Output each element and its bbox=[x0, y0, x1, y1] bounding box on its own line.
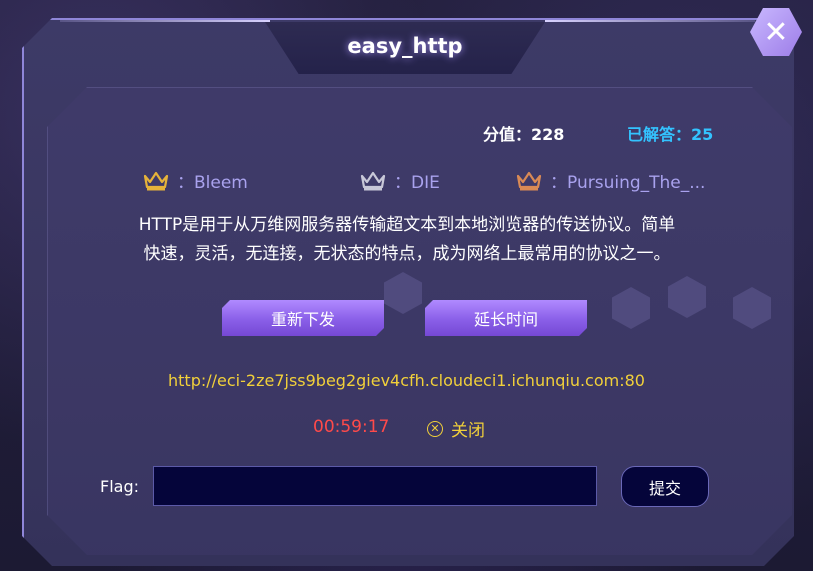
extend-time-button[interactable]: 延长时间 bbox=[425, 300, 587, 336]
close-icon: ✕ bbox=[763, 14, 789, 50]
rank-third: ：Pursuing_The_... bbox=[516, 168, 705, 193]
title-divider-right bbox=[545, 20, 755, 22]
close-instance-label: 关闭 bbox=[451, 421, 485, 441]
challenge-description: HTTP是用于从万维网服务器传输超文本到本地浏览器的传送协议。简单 快速，灵活，… bbox=[86, 211, 728, 269]
modal-title: easy_http bbox=[347, 34, 463, 58]
description-line: 快速，灵活，无连接，无状态的特点，成为网络上最常用的协议之一。 bbox=[143, 244, 671, 264]
bronze-crown-icon bbox=[516, 170, 542, 192]
solved-count: 已解答：25 bbox=[627, 125, 714, 144]
rank-third-name: ：Pursuing_The_... bbox=[550, 173, 706, 193]
x-circle-icon: ✕ bbox=[427, 420, 443, 437]
silver-crown-icon bbox=[360, 170, 386, 192]
redeploy-button[interactable]: 重新下发 bbox=[222, 300, 384, 336]
rank-second-name: ：DIE bbox=[394, 173, 440, 193]
countdown-timer: 00:59:17 bbox=[313, 417, 390, 437]
rank-second: ：DIE bbox=[360, 168, 440, 193]
flag-input[interactable] bbox=[153, 466, 597, 506]
description-line: HTTP是用于从万维网服务器传输超文本到本地浏览器的传送协议。简单 bbox=[138, 215, 676, 235]
gold-crown-icon bbox=[143, 170, 169, 192]
instance-url[interactable]: http://eci-2ze7jss9beg2giev4cfh.cloudeci… bbox=[0, 371, 813, 390]
score-value: 分值：228 bbox=[483, 125, 565, 144]
title-divider-left bbox=[60, 20, 270, 22]
rank-first: ：Bleem bbox=[143, 168, 248, 193]
flag-label: Flag: bbox=[100, 477, 139, 496]
rank-first-name: ：Bleem bbox=[177, 173, 248, 193]
submit-button[interactable]: 提交 bbox=[621, 466, 709, 507]
close-instance-link[interactable]: ✕ 关闭 bbox=[427, 416, 485, 441]
